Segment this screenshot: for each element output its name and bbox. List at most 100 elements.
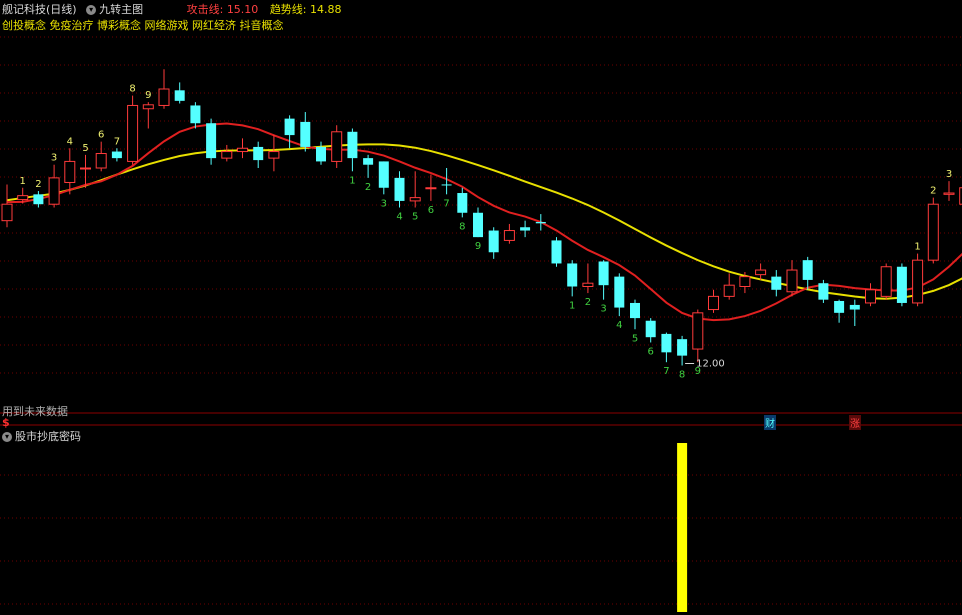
candle-up xyxy=(865,289,876,304)
count-label: 2 xyxy=(930,186,936,197)
candle-down xyxy=(520,227,531,231)
count-label: 2 xyxy=(585,297,591,308)
sub-panel-title[interactable]: 股市抄底密码 xyxy=(15,430,81,443)
candle-up xyxy=(708,295,719,311)
indicator-name[interactable]: 九转主图 xyxy=(99,3,143,16)
count-label: 9 xyxy=(145,90,151,101)
trend-line-label: 趋势线: xyxy=(269,3,307,16)
candle-down xyxy=(771,276,782,290)
count-label: 1 xyxy=(349,175,355,186)
candle-up xyxy=(80,167,91,170)
count-label: 8 xyxy=(679,370,685,381)
candle-down xyxy=(457,193,468,213)
candle-down xyxy=(174,90,185,101)
candle-up xyxy=(786,269,798,293)
candle-down xyxy=(206,123,217,159)
count-label: 8 xyxy=(129,84,135,95)
candle-down xyxy=(347,131,358,159)
count-label: 8 xyxy=(459,221,465,232)
count-label: 9 xyxy=(475,241,481,252)
count-label: 7 xyxy=(663,366,669,377)
candle-down xyxy=(300,121,311,147)
financial-report-marker[interactable]: 财 xyxy=(764,415,776,430)
count-label: 5 xyxy=(82,143,88,154)
candle-up xyxy=(158,88,170,106)
candle-down xyxy=(111,151,122,159)
candle-down xyxy=(630,302,640,319)
count-label: 3 xyxy=(381,198,387,209)
candle-down xyxy=(316,146,326,162)
candle-down xyxy=(394,177,405,201)
candle-up xyxy=(503,230,515,241)
candle-down xyxy=(488,230,499,253)
candle-down xyxy=(378,161,389,188)
count-label: 4 xyxy=(616,320,622,331)
count-label: 6 xyxy=(98,130,104,141)
candle-down xyxy=(896,266,907,303)
candle-up xyxy=(268,151,280,159)
chevron-down-icon[interactable]: ▾ xyxy=(2,432,12,442)
chevron-down-icon[interactable]: ▾ xyxy=(86,5,97,15)
count-label: 3 xyxy=(946,169,952,180)
candle-down xyxy=(551,240,562,264)
candle-down xyxy=(567,263,578,287)
count-label: 4 xyxy=(396,212,402,223)
candle-up xyxy=(723,284,735,297)
candle-up xyxy=(425,187,437,190)
candle-down xyxy=(645,320,656,338)
candle-down xyxy=(363,158,374,165)
candle-down xyxy=(253,146,264,161)
candle-up xyxy=(943,192,955,195)
attack-line-label: 攻击线: xyxy=(186,3,224,16)
candle-up xyxy=(1,203,13,222)
count-label: 1 xyxy=(914,242,920,253)
candle-up xyxy=(17,195,29,201)
candle-down xyxy=(535,221,546,224)
count-label: 3 xyxy=(600,304,606,315)
candle-down xyxy=(677,339,688,356)
count-label: 7 xyxy=(114,136,120,147)
count-label: 1 xyxy=(20,176,26,187)
candle-down xyxy=(33,194,44,205)
count-label: 4 xyxy=(67,136,73,147)
candle-down xyxy=(614,276,625,308)
candle-up xyxy=(237,147,248,153)
signal-bar xyxy=(677,443,688,612)
candle-down xyxy=(834,300,845,313)
count-label: 3 xyxy=(51,153,57,164)
sub-panel-header: ▾ 股市抄底密码 xyxy=(2,428,81,444)
count-label: 5 xyxy=(412,212,418,223)
candle-up xyxy=(880,266,892,297)
candle-down xyxy=(598,261,609,286)
candle-down xyxy=(802,260,813,280)
candle-up xyxy=(331,131,343,162)
concept-tags: 创投概念 免疫治疗 博彩概念 网络游戏 网红经济 抖音概念 xyxy=(2,19,284,32)
kline-chart-svg[interactable]: 12345678912345678912345678912345678916.8… xyxy=(0,0,962,615)
title-row: 舰记科技(日线) ▾ 九转主图 攻击线: 15.10 趋势线: 14.88 xyxy=(2,1,342,17)
trend-line-value: 14.88 xyxy=(310,3,342,16)
candle-up xyxy=(127,104,139,162)
candle-up xyxy=(692,312,704,350)
candle-down xyxy=(473,212,483,238)
candle-down xyxy=(190,105,201,124)
candle-down xyxy=(849,304,860,310)
candle-down xyxy=(818,283,829,300)
count-label: 1 xyxy=(569,300,575,311)
candle-up xyxy=(927,203,939,261)
candle-up xyxy=(755,269,767,276)
candle-down xyxy=(284,118,295,136)
count-label: 6 xyxy=(648,346,654,357)
attack-line-value: 15.10 xyxy=(226,3,259,16)
candle-up xyxy=(739,276,751,287)
candle-up xyxy=(912,259,924,304)
count-label: 6 xyxy=(428,205,434,216)
candle-up xyxy=(48,177,60,205)
count-label: 2 xyxy=(35,179,41,190)
candle-up xyxy=(409,197,421,202)
candle-down xyxy=(441,184,452,186)
future-data-notice: 用到未来数据 xyxy=(2,405,68,418)
stock-title: 舰记科技(日线) xyxy=(2,3,77,16)
candle-up xyxy=(64,160,76,183)
limit-up-marker[interactable]: 涨 xyxy=(849,415,861,430)
candle-up xyxy=(582,282,594,288)
